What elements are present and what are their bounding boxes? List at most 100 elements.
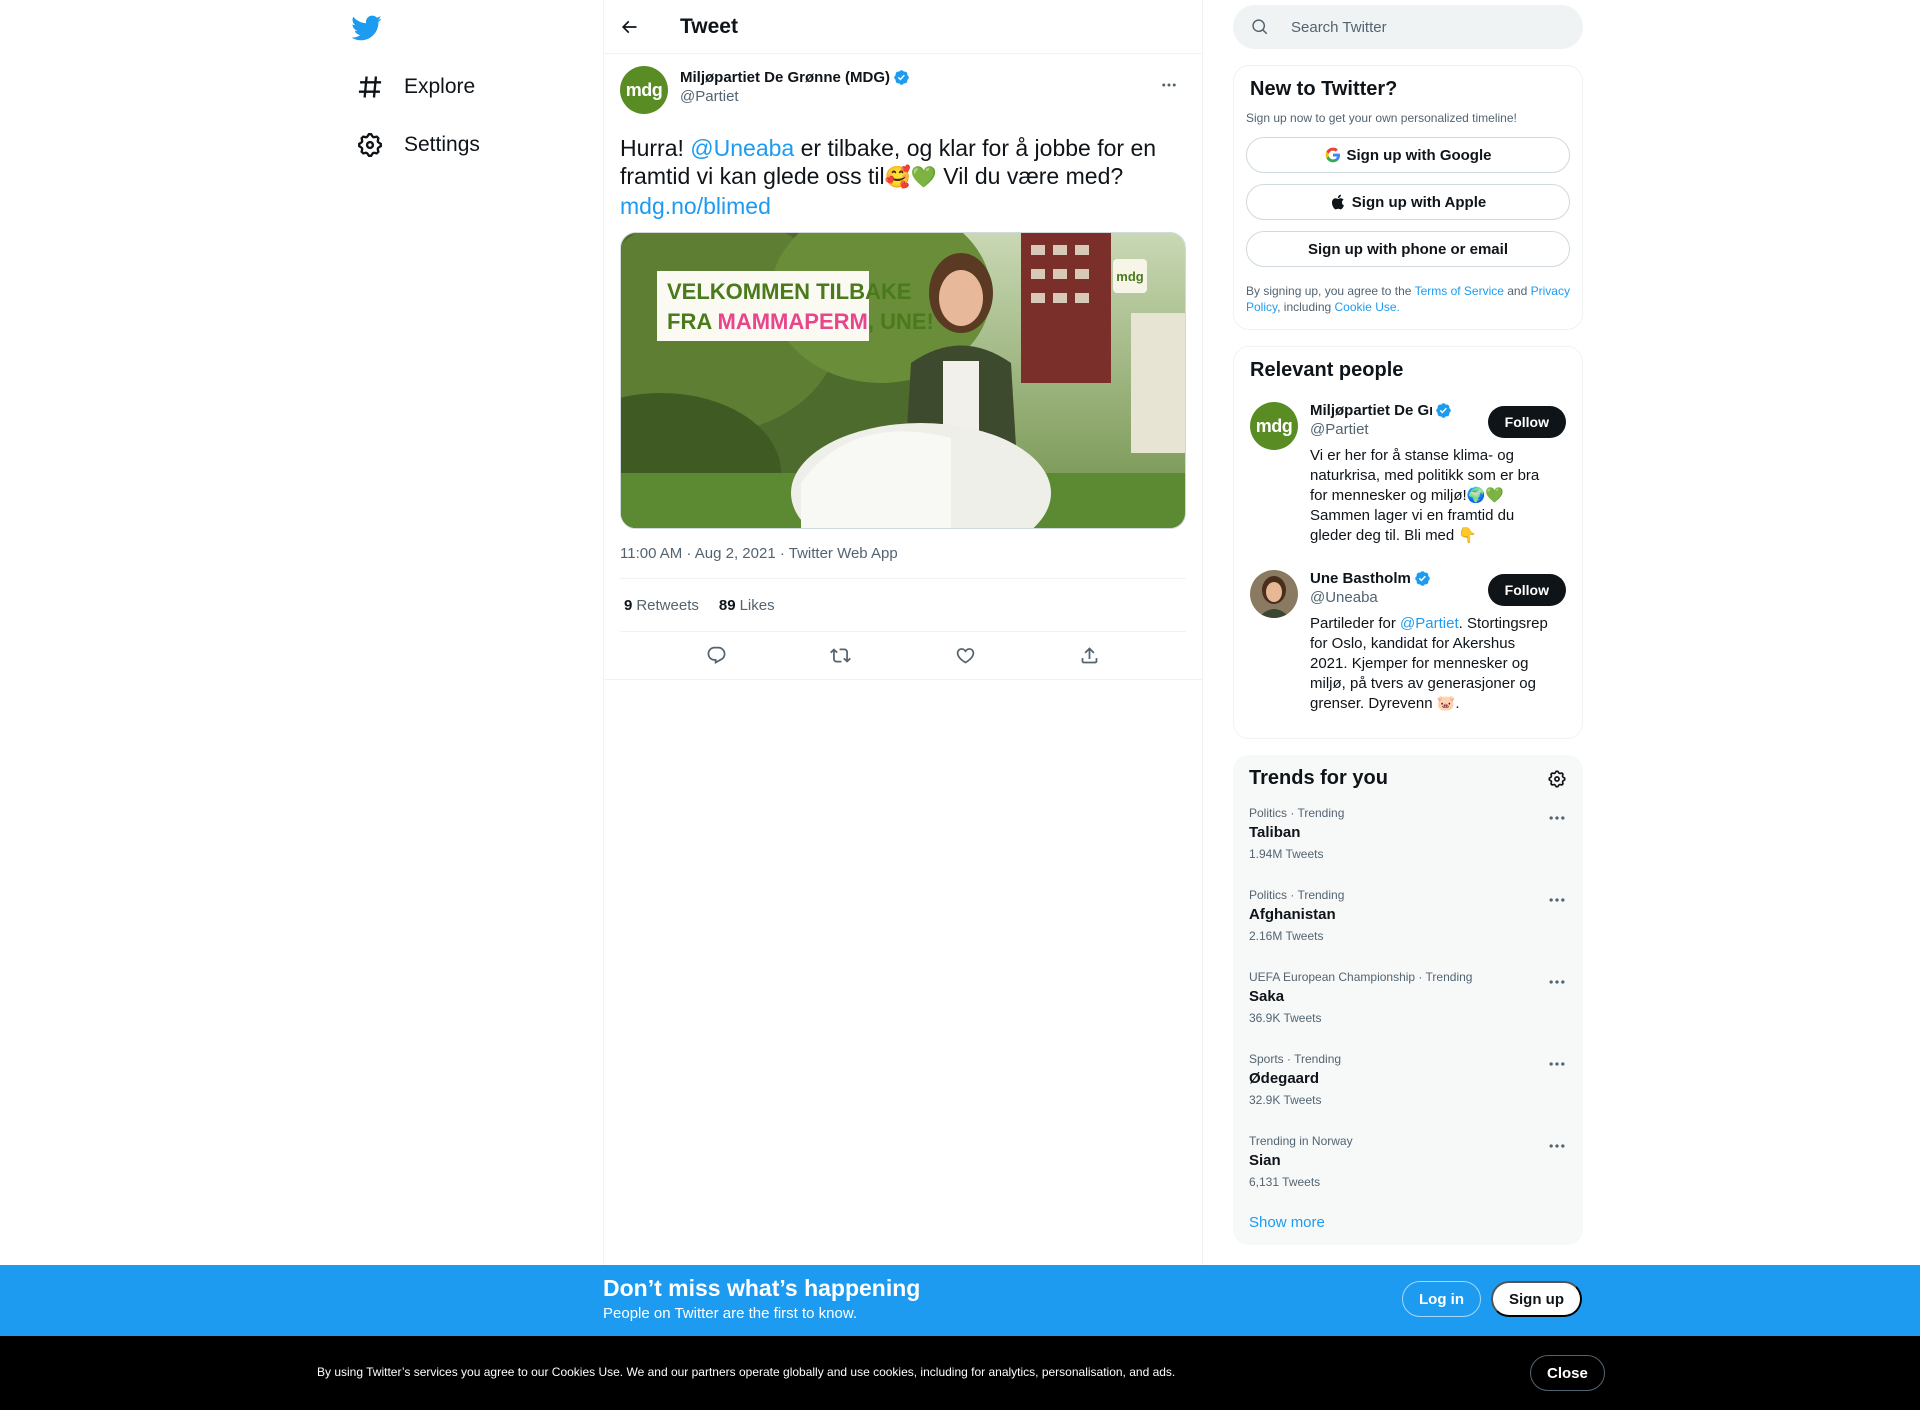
tweet-column: Tweet mdg Miljøpartiet De Grønne (MDG) @… [603,0,1203,1410]
person-avatar[interactable] [1250,570,1298,618]
more-dots-icon[interactable] [1547,808,1567,828]
trend-item[interactable]: Politics · Trending Afghanistan 2.16M Tw… [1233,876,1583,958]
retweet-icon [830,648,852,663]
search-box[interactable] [1233,5,1583,49]
person-name-row: Miljøpartiet De Grønne (MDG) [1310,402,1456,419]
relevant-people-title: Relevant people [1250,359,1404,381]
more-dots-icon[interactable] [1547,890,1567,910]
trends-header: Trends for you [1233,755,1583,794]
tweet-author: mdg Miljøpartiet De Grønne (MDG) @Partie… [620,66,1186,120]
person-bio: Partileder for @Partiet. Stortingsrep fo… [1310,614,1555,714]
right-sidebar: New to Twitter? Sign up now to get your … [1233,0,1583,1245]
author-name-row: Miljøpartiet De Grønne (MDG) [680,69,910,86]
person-name-row: Une Bastholm [1310,570,1456,587]
signup-apple-label: Sign up with Apple [1351,193,1487,211]
tweet-more-button[interactable] [1152,68,1186,102]
verified-badge-icon [1415,571,1430,586]
trends-card: Trends for you Politics · Trending Talib… [1233,755,1583,1245]
signup-google-button[interactable]: Sign up with Google [1246,137,1570,173]
person-avatar[interactable]: mdg [1250,402,1298,450]
tweet-image[interactable]: VELKOMMEN TILBAKE FRA MAMMAPERM, UNE! md… [620,232,1186,529]
trend-item[interactable]: Trending in Norway Sian 6,131 Tweets [1233,1122,1583,1204]
google-icon [1325,147,1340,163]
verified-badge-icon [1436,403,1451,418]
author-names: Miljøpartiet De Grønne (MDG) @Partiet [680,69,910,105]
gear-icon [358,133,382,157]
new-to-twitter-card: New to Twitter? Sign up now to get your … [1233,65,1583,330]
trend-name: Ødegaard [1249,1070,1320,1087]
trend-name: Taliban [1249,824,1301,841]
trend-name: Afghanistan [1249,906,1336,923]
trend-item[interactable]: Politics · Trending Taliban 1.94M Tweets [1233,794,1583,876]
tweet-link[interactable]: mdg.no/blimed [620,193,771,219]
person-name[interactable]: Une Bastholm [1310,570,1411,587]
cookie-text: By using Twitter’s services you agree to… [317,1365,1176,1379]
trend-count: 6,131 Tweets [1249,1175,1321,1189]
trend-context: Politics · Trending [1249,888,1345,902]
signup-phone-button[interactable]: Sign up with phone or email [1246,231,1570,267]
gear-icon[interactable] [1547,769,1567,789]
apple-icon [1331,194,1344,210]
relevant-people-card: Relevant people mdg Miljøpartiet De Grøn… [1233,346,1583,739]
login-button[interactable]: Log in [1402,1281,1481,1317]
twitter-logo-icon[interactable] [350,12,382,44]
legal-text-1: By signing up, you agree to the [1246,284,1415,298]
trend-item[interactable]: Sports · Trending Ødegaard 32.9K Tweets [1233,1040,1583,1122]
person-item[interactable]: mdg Miljøpartiet De Grønne (MDG) @Partie… [1234,390,1582,558]
author-handle[interactable]: @Partiet [680,88,910,105]
signup-apple-button[interactable]: Sign up with Apple [1246,184,1570,220]
retweets-label: Retweets [636,596,699,614]
cookie-use-link[interactable]: Cookie Use. [1335,300,1400,314]
trend-item[interactable]: UEFA European Championship · Trending Sa… [1233,958,1583,1040]
more-dots-icon[interactable] [1547,1136,1567,1156]
avatar-text: mdg [625,79,663,100]
likes-count: 89 [718,596,736,614]
more-dots-icon[interactable] [1547,972,1567,992]
bio-mention-link[interactable]: @Partiet [1400,615,1459,632]
legal-text-3: , including [1277,300,1335,314]
follow-button[interactable]: Follow [1487,574,1566,606]
more-dots-icon[interactable] [1547,1054,1567,1074]
show-more-link[interactable]: Show more [1233,1204,1583,1245]
retweets-stat[interactable]: 9 Retweets [624,597,699,614]
banner-line2c: , UNE! [868,309,934,334]
follow-button[interactable]: Follow [1487,406,1566,438]
author-name[interactable]: Miljøpartiet De Grønne (MDG) [680,69,890,86]
tweet-stats: 9 Retweets 89 Likes [620,579,1186,632]
person-name[interactable]: Miljøpartiet De Grønne (MDG) [1310,402,1432,419]
like-button[interactable] [948,639,982,673]
bio-text-1: Partileder for [1310,615,1401,632]
author-avatar[interactable]: mdg [620,66,668,114]
person-item[interactable]: Une Bastholm @Uneaba Partileder for @Par… [1234,558,1582,726]
arrow-left-icon [621,20,637,33]
trend-count: 1.94M Tweets [1249,847,1324,861]
banner-line2b: MAMMAPERM [718,309,868,334]
signup-banner: Don’t miss what’s happening People on Tw… [0,1265,1920,1336]
trend-context: Politics · Trending [1249,806,1345,820]
nav-settings[interactable]: Settings [344,121,492,169]
reply-button[interactable] [699,639,733,673]
reply-icon [707,646,726,664]
tweet-text-start: Hurra! [620,135,691,161]
nav-explore[interactable]: Explore [344,63,487,111]
share-button[interactable] [1073,639,1107,673]
likes-label: Likes [739,596,775,614]
likes-stat[interactable]: 89 Likes [719,597,775,614]
terms-link[interactable]: Terms of Service [1415,284,1504,298]
cookie-close-button[interactable]: Close [1530,1355,1605,1391]
hashtag-icon [358,76,382,98]
search-icon [1252,19,1268,35]
tweet-actions [604,632,1202,680]
share-icon [1081,647,1098,664]
search-input[interactable] [1291,18,1551,36]
signup-button[interactable]: Sign up [1491,1281,1582,1317]
trend-count: 32.9K Tweets [1249,1093,1322,1107]
signup-google-label: Sign up with Google [1346,146,1492,164]
mention-link[interactable]: @Uneaba [690,135,794,161]
nav-settings-label: Settings [404,133,480,156]
back-button[interactable] [612,10,646,44]
verified-badge-icon [894,70,909,85]
person-bio: Vi er her for å stanse klima- og naturkr… [1310,447,1540,544]
trend-name: Sian [1249,1152,1281,1169]
retweet-button[interactable] [824,639,858,673]
